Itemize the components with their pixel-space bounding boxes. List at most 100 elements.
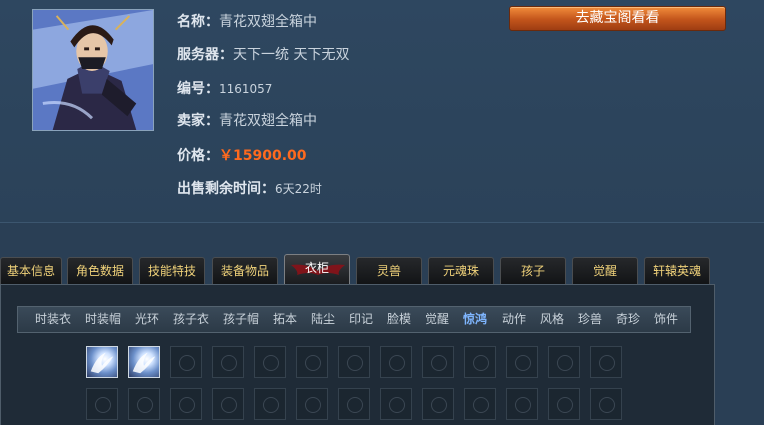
time-remaining-label: 出售剩余时间：: [177, 181, 275, 197]
empty-slot[interactable]: [128, 388, 160, 420]
subtab-awakening[interactable]: 觉醒: [425, 307, 449, 332]
empty-slot[interactable]: [212, 388, 244, 420]
empty-slot-emblem-icon: [347, 355, 363, 371]
id-label: 编号：: [177, 81, 219, 97]
empty-slot[interactable]: [170, 346, 202, 378]
subtab-fashion-clothes[interactable]: 时装衣: [35, 307, 71, 332]
wardrobe-item-slot[interactable]: [128, 346, 160, 378]
empty-slot-emblem-icon: [305, 355, 321, 371]
empty-slot-emblem-icon: [557, 355, 573, 371]
empty-slot-emblem-icon: [221, 397, 237, 413]
empty-slot-emblem-icon: [431, 355, 447, 371]
subtab-fashion-hat[interactable]: 时装帽: [85, 307, 121, 332]
empty-slot-emblem-icon: [599, 355, 615, 371]
empty-slot-emblem-icon: [515, 355, 531, 371]
subtab-style[interactable]: 风格: [540, 307, 564, 332]
tab-spirit-beast-label: 灵兽: [376, 264, 401, 278]
empty-slot[interactable]: [464, 346, 496, 378]
empty-slot[interactable]: [86, 388, 118, 420]
wardrobe-item-slot[interactable]: [86, 346, 118, 378]
tab-skills-label: 技能特技: [147, 264, 196, 278]
tab-xuanyuan-heroes[interactable]: 轩辕英魂: [644, 257, 710, 284]
empty-slot-emblem-icon: [473, 355, 489, 371]
server-value: 天下一统 天下无双: [233, 47, 350, 63]
empty-slot[interactable]: [338, 346, 370, 378]
empty-slot-emblem-icon: [263, 355, 279, 371]
empty-slot[interactable]: [590, 388, 622, 420]
tab-wardrobe-label: 衣柜: [304, 261, 329, 275]
empty-slot[interactable]: [548, 346, 580, 378]
tab-soul-orb[interactable]: 元魂珠: [428, 257, 494, 284]
id-row: 编号：1161057: [177, 78, 272, 98]
empty-slot[interactable]: [254, 388, 286, 420]
go-to-treasure-pavilion-button[interactable]: 去藏宝阁看看: [509, 6, 726, 31]
empty-slot[interactable]: [170, 388, 202, 420]
tab-equipment-label: 装备物品: [220, 264, 269, 278]
empty-slot-emblem-icon: [263, 397, 279, 413]
name-value: 青花双翅全箱中: [219, 14, 317, 30]
tab-wardrobe[interactable]: 衣柜: [284, 254, 350, 284]
empty-slot-emblem-icon: [515, 397, 531, 413]
tab-basic-info-label: 基本信息: [6, 264, 55, 278]
id-value: 1161057: [219, 82, 273, 96]
seller-label: 卖家：: [177, 113, 219, 129]
price-row: 价格：￥15900.00: [177, 145, 307, 165]
empty-slot[interactable]: [506, 346, 538, 378]
server-row: 服务器：天下一统 天下无双: [177, 44, 349, 64]
subtab-face-model[interactable]: 脸模: [387, 307, 411, 332]
seller-row: 卖家：青花双翅全箱中: [177, 110, 317, 130]
empty-slot[interactable]: [422, 388, 454, 420]
empty-slot-emblem-icon: [95, 397, 111, 413]
empty-slot-emblem-icon: [473, 397, 489, 413]
tab-character-data[interactable]: 角色数据: [67, 257, 133, 284]
empty-slot-emblem-icon: [599, 397, 615, 413]
empty-slot-emblem-icon: [179, 397, 195, 413]
empty-slot[interactable]: [254, 346, 286, 378]
name-label: 名称：: [177, 14, 219, 30]
name-row: 名称：青花双翅全箱中: [177, 11, 317, 31]
empty-slot[interactable]: [338, 388, 370, 420]
character-avatar: [32, 9, 154, 131]
empty-slot[interactable]: [296, 388, 328, 420]
tab-basic-info[interactable]: 基本信息: [0, 257, 62, 284]
subtab-rubbing[interactable]: 拓本: [273, 307, 297, 332]
empty-slot[interactable]: [380, 388, 412, 420]
tab-children[interactable]: 孩子: [500, 257, 566, 284]
subtab-curios[interactable]: 奇珍: [616, 307, 640, 332]
empty-slot-emblem-icon: [347, 397, 363, 413]
tab-children-label: 孩子: [520, 264, 545, 278]
subtab-action[interactable]: 动作: [502, 307, 526, 332]
empty-slot-emblem-icon: [221, 355, 237, 371]
tab-xuanyuan-heroes-label: 轩辕英魂: [652, 264, 701, 278]
empty-slot[interactable]: [212, 346, 244, 378]
empty-slot[interactable]: [548, 388, 580, 420]
panel-side-gap: [715, 284, 764, 425]
tab-soul-orb-label: 元魂珠: [442, 264, 479, 278]
empty-slot[interactable]: [296, 346, 328, 378]
wardrobe-subtab-bar: 时装衣 时装帽 光环 孩子衣 孩子帽 拓本 陆尘 印记 脸模 觉醒 惊鸿 动作 …: [17, 306, 691, 333]
tab-awakening[interactable]: 觉醒: [572, 257, 638, 284]
empty-slot-emblem-icon: [305, 397, 321, 413]
subtab-halo[interactable]: 光环: [135, 307, 159, 332]
tab-skills[interactable]: 技能特技: [139, 257, 205, 284]
empty-slot-emblem-icon: [389, 355, 405, 371]
empty-slot[interactable]: [422, 346, 454, 378]
subtab-mark[interactable]: 印记: [349, 307, 373, 332]
seller-value: 青花双翅全箱中: [219, 113, 317, 129]
empty-slot[interactable]: [464, 388, 496, 420]
empty-slot-emblem-icon: [389, 397, 405, 413]
subtab-child-hat[interactable]: 孩子帽: [223, 307, 259, 332]
subtab-accessories[interactable]: 饰件: [654, 307, 678, 332]
tab-awakening-label: 觉醒: [592, 264, 617, 278]
time-remaining-value: 6天22时: [275, 182, 322, 196]
tab-spirit-beast[interactable]: 灵兽: [356, 257, 422, 284]
empty-slot[interactable]: [506, 388, 538, 420]
subtab-jinghong[interactable]: 惊鸿: [463, 307, 487, 332]
subtab-lu-chen[interactable]: 陆尘: [311, 307, 335, 332]
subtab-child-clothes[interactable]: 孩子衣: [173, 307, 209, 332]
empty-slot[interactable]: [380, 346, 412, 378]
tab-equipment[interactable]: 装备物品: [212, 257, 278, 284]
time-row: 出售剩余时间：6天22时: [177, 178, 322, 198]
subtab-rare-beast[interactable]: 珍兽: [578, 307, 602, 332]
empty-slot[interactable]: [590, 346, 622, 378]
